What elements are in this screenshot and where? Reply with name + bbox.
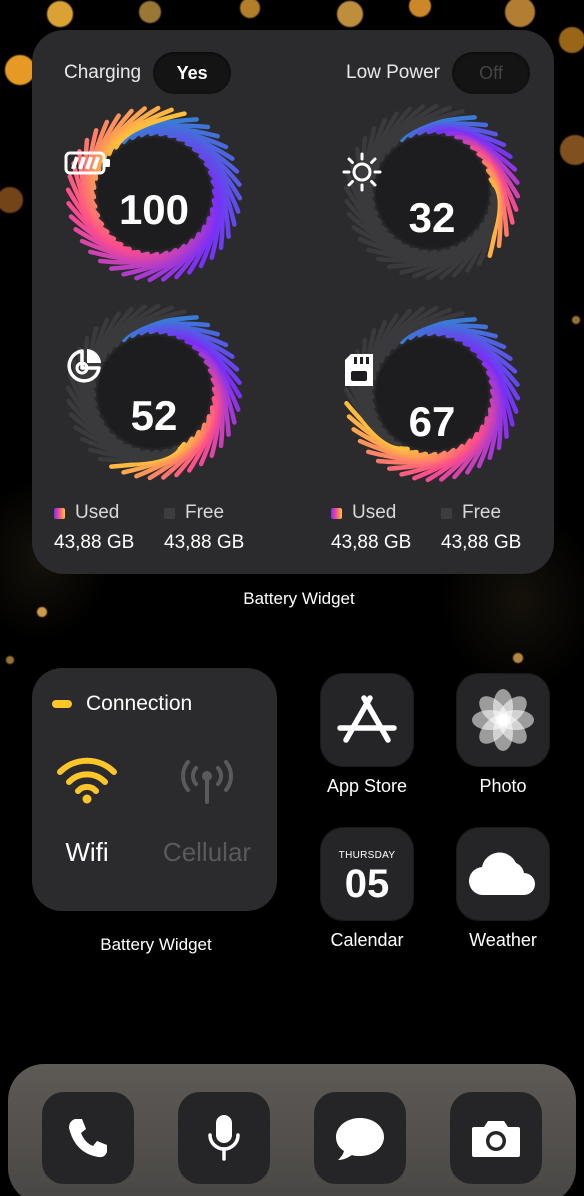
messages-icon [336,1118,384,1160]
wifi-label: Wifi [65,837,109,867]
connection-header: Connection [52,692,192,716]
photo-label: Photo [479,776,527,796]
low-power-toggle-row: Low Power Off [346,52,530,94]
weather-tile [457,828,549,920]
app-store-icon [337,695,397,743]
photo-tile [457,674,549,766]
app-store-label: App Store [326,776,408,796]
wifi-toggle[interactable]: Wifi [32,754,142,868]
battery-widget-caption: Battery Widget [243,589,355,608]
free-swatch [441,507,452,519]
free-label: Free [462,502,502,523]
used-swatch [54,507,65,519]
free-legend: Free 43,88 GB [164,502,274,554]
camera-icon [472,1121,520,1157]
calendar-date: 05 [344,862,390,906]
connection-widget-caption: Battery Widget [100,935,212,954]
free-value: 43,88 GB [164,532,245,553]
brightness-value: 32 [408,194,456,241]
used-legend: Used 43,88 GB [54,502,164,554]
photo-app[interactable]: Photo [456,674,550,797]
microphone-icon [208,1115,240,1161]
free-legend: Free 43,88 GB [441,502,551,554]
used-value: 43,88 GB [331,532,412,553]
calendar-tile: THURSDAY 05 [321,828,413,920]
charging-label: Charging [64,62,142,83]
free-label: Free [185,502,225,523]
used-swatch [331,507,342,519]
low-power-label: Low Power [346,62,440,83]
battery-widget[interactable]: Charging Yes Low Power Off 100 32 52 67 … [32,30,554,574]
dock-microphone[interactable] [178,1092,270,1184]
storage-gauge: 67 [342,304,522,484]
storage-legend: Used 43,88 GB Free 43,88 GB [331,502,551,554]
photo-flower-icon [472,689,534,751]
dock-camera[interactable] [450,1092,542,1184]
dock-messages[interactable] [314,1092,406,1184]
charging-toggle-row: Charging Yes [64,52,232,94]
wifi-icon [57,757,117,804]
battery-gauge: 100 [64,104,244,284]
charging-toggle[interactable]: Yes [153,52,232,94]
brightness-gauge: 32 [342,102,522,282]
cellular-antenna-icon [180,760,234,804]
weather-app[interactable]: Weather [456,828,550,951]
free-value: 43,88 GB [441,532,522,553]
storage-value: 67 [408,398,456,445]
memory-gauge: 52 [64,302,244,482]
low-power-toggle[interactable]: Off [452,52,530,94]
used-label: Used [352,502,397,523]
calendar-app[interactable]: THURSDAY 05 Calendar [320,828,414,951]
weather-label: Weather [469,930,537,950]
cloud-icon [468,852,535,896]
cellular-label: Cellular [162,837,252,867]
dock-phone[interactable] [42,1092,134,1184]
cellular-toggle[interactable]: Cellular [152,754,262,868]
used-legend: Used 43,88 GB [331,502,441,554]
calendar-label: Calendar [330,930,404,950]
app-store-tile [321,674,413,766]
used-value: 43,88 GB [54,532,135,553]
connection-widget[interactable]: Connection Wifi Cellular [32,668,277,911]
connection-title: Connection [86,692,193,715]
battery-value: 100 [118,186,190,233]
phone-icon [69,1119,107,1158]
connection-indicator [52,700,72,708]
memory-value: 52 [130,392,178,439]
used-label: Used [75,502,120,523]
calendar-weekday: THURSDAY [338,850,396,861]
memory-legend: Used 43,88 GB Free 43,88 GB [54,502,274,554]
free-swatch [164,507,175,519]
app-store-app[interactable]: App Store [320,674,414,797]
